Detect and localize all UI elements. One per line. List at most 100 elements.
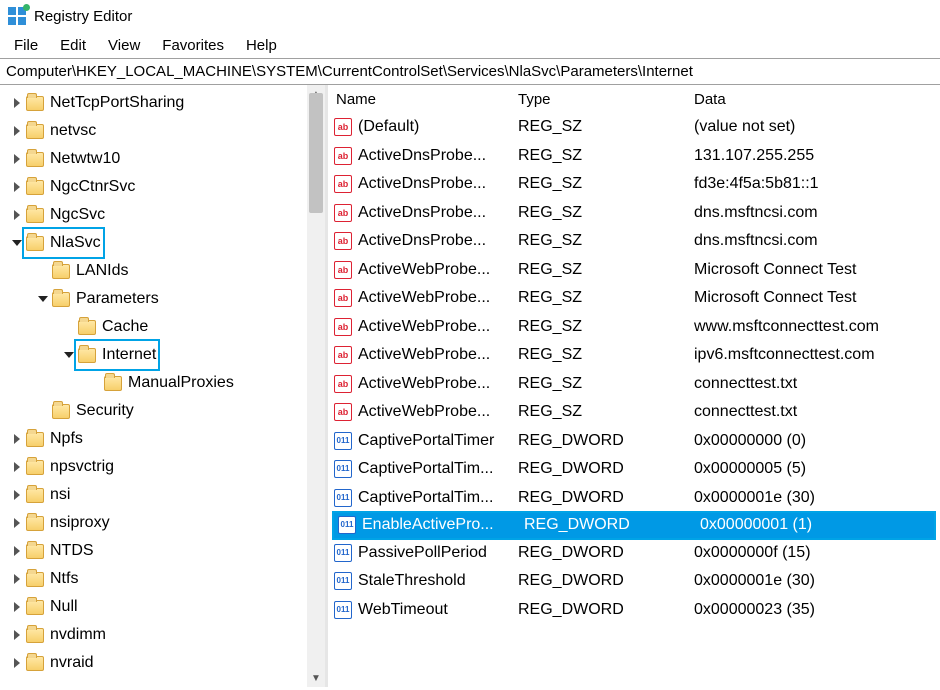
folder-icon <box>26 516 44 531</box>
folder-icon <box>26 152 44 167</box>
list-row[interactable]: abActiveWebProbe...REG_SZconnecttest.txt <box>328 370 940 399</box>
tree-item-label: Internet <box>102 341 156 369</box>
chevron-right-icon[interactable] <box>10 656 24 670</box>
list-header[interactable]: Name Type Data <box>328 85 940 113</box>
scroll-down-icon[interactable]: ▼ <box>307 669 325 687</box>
value-name: CaptivePortalTimer <box>358 427 494 455</box>
value-data: fd3e:4f5a:5b81::1 <box>688 170 940 198</box>
list-row[interactable]: 011CaptivePortalTim...REG_DWORD0x0000001… <box>328 484 940 513</box>
chevron-right-icon[interactable] <box>10 488 24 502</box>
binary-value-icon: 011 <box>334 601 352 619</box>
list-row[interactable]: abActiveWebProbe...REG_SZipv6.msftconnec… <box>328 341 940 370</box>
tree-item[interactable]: NgcCtnrSvc <box>4 173 325 201</box>
tree-scrollbar[interactable]: ▲ ▼ <box>307 85 325 687</box>
tree-item[interactable]: NgcSvc <box>4 201 325 229</box>
scroll-thumb[interactable] <box>309 93 323 213</box>
tree-item-label: NlaSvc <box>50 229 101 257</box>
list-row[interactable]: 011StaleThresholdREG_DWORD0x0000001e (30… <box>328 567 940 596</box>
list-row[interactable]: 011PassivePollPeriodREG_DWORD0x0000000f … <box>328 539 940 568</box>
tree-item[interactable]: netvsc <box>4 117 325 145</box>
value-name: ActiveWebProbe... <box>358 284 490 312</box>
list-row[interactable]: abActiveDnsProbe...REG_SZdns.msftncsi.co… <box>328 199 940 228</box>
address-bar[interactable]: Computer\HKEY_LOCAL_MACHINE\SYSTEM\Curre… <box>0 58 940 85</box>
chevron-right-icon[interactable] <box>10 208 24 222</box>
folder-icon <box>26 432 44 447</box>
list-row[interactable]: abActiveWebProbe...REG_SZMicrosoft Conne… <box>328 256 940 285</box>
string-value-icon: ab <box>334 232 352 250</box>
value-data: 0x0000000f (15) <box>688 539 940 567</box>
tree-item[interactable]: Null <box>4 593 325 621</box>
tree-pane[interactable]: NetTcpPortSharingnetvscNetwtw10NgcCtnrSv… <box>0 85 325 687</box>
tree-item[interactable]: NTDS <box>4 537 325 565</box>
list-row[interactable]: 011CaptivePortalTimerREG_DWORD0x00000000… <box>328 427 940 456</box>
list-row[interactable]: 011CaptivePortalTim...REG_DWORD0x0000000… <box>328 455 940 484</box>
menu-favorites[interactable]: Favorites <box>152 35 234 56</box>
chevron-down-icon[interactable] <box>36 292 50 306</box>
col-name[interactable]: Name <box>328 91 512 108</box>
menu-edit[interactable]: Edit <box>50 35 96 56</box>
chevron-right-icon[interactable] <box>10 600 24 614</box>
folder-icon <box>26 600 44 615</box>
chevron-right-icon[interactable] <box>10 180 24 194</box>
tree-item[interactable]: nsiproxy <box>4 509 325 537</box>
chevron-right-icon[interactable] <box>10 432 24 446</box>
tree-item[interactable]: Npfs <box>4 425 325 453</box>
folder-icon <box>26 124 44 139</box>
chevron-right-icon[interactable] <box>10 572 24 586</box>
col-type[interactable]: Type <box>512 91 688 108</box>
values-pane[interactable]: Name Type Data ab(Default)REG_SZ(value n… <box>328 85 940 687</box>
col-data[interactable]: Data <box>688 91 940 108</box>
tree-item[interactable]: nvdimm <box>4 621 325 649</box>
list-row[interactable]: abActiveDnsProbe...REG_SZ131.107.255.255 <box>328 142 940 171</box>
titlebar[interactable]: Registry Editor <box>0 0 940 32</box>
folder-icon <box>26 656 44 671</box>
tree-item[interactable]: Internet <box>4 341 325 369</box>
tree-item[interactable]: Parameters <box>4 285 325 313</box>
list-row[interactable]: ab(Default)REG_SZ(value not set) <box>328 113 940 142</box>
tree-item[interactable]: ManualProxies <box>4 369 325 397</box>
chevron-right-icon[interactable] <box>10 152 24 166</box>
menu-view[interactable]: View <box>98 35 150 56</box>
tree-item-label: NgcCtnrSvc <box>50 173 135 201</box>
tree-item[interactable]: Security <box>4 397 325 425</box>
list-row[interactable]: abActiveWebProbe...REG_SZMicrosoft Conne… <box>328 284 940 313</box>
string-value-icon: ab <box>334 261 352 279</box>
list-row[interactable]: abActiveWebProbe...REG_SZconnecttest.txt <box>328 398 940 427</box>
string-value-icon: ab <box>334 375 352 393</box>
list-row[interactable]: abActiveDnsProbe...REG_SZdns.msftncsi.co… <box>328 227 940 256</box>
tree-item[interactable]: Netwtw10 <box>4 145 325 173</box>
value-type: REG_SZ <box>512 113 688 141</box>
tree-item[interactable]: NetTcpPortSharing <box>4 89 325 117</box>
tree-item[interactable]: Ntfs <box>4 565 325 593</box>
list-row[interactable]: 011EnableActivePro...REG_DWORD0x00000001… <box>332 511 936 540</box>
list-row[interactable]: abActiveWebProbe...REG_SZwww.msftconnect… <box>328 313 940 342</box>
menu-help[interactable]: Help <box>236 35 287 56</box>
chevron-right-icon[interactable] <box>10 516 24 530</box>
chevron-right-icon[interactable] <box>10 96 24 110</box>
chevron-right-icon[interactable] <box>10 124 24 138</box>
menu-file[interactable]: File <box>4 35 48 56</box>
tree-item[interactable]: nsi <box>4 481 325 509</box>
tree-item[interactable]: Cache <box>4 313 325 341</box>
window-title: Registry Editor <box>34 8 132 25</box>
chevron-right-icon[interactable] <box>10 628 24 642</box>
value-data: 131.107.255.255 <box>688 142 940 170</box>
value-data: 0x0000001e (30) <box>688 484 940 512</box>
value-name: ActiveDnsProbe... <box>358 199 486 227</box>
value-name: ActiveWebProbe... <box>358 313 490 341</box>
value-name: (Default) <box>358 113 419 141</box>
tree-item[interactable]: nvraid <box>4 649 325 677</box>
string-value-icon: ab <box>334 175 352 193</box>
tree-item[interactable]: LANIds <box>4 257 325 285</box>
value-name: PassivePollPeriod <box>358 539 487 567</box>
chevron-right-icon[interactable] <box>10 460 24 474</box>
value-data: connecttest.txt <box>688 398 940 426</box>
list-row[interactable]: abActiveDnsProbe...REG_SZfd3e:4f5a:5b81:… <box>328 170 940 199</box>
tree-item[interactable]: NlaSvc <box>4 229 325 257</box>
value-name: CaptivePortalTim... <box>358 455 493 483</box>
list-row[interactable]: 011WebTimeoutREG_DWORD0x00000023 (35) <box>328 596 940 625</box>
chevron-right-icon[interactable] <box>10 544 24 558</box>
value-type: REG_DWORD <box>512 427 688 455</box>
tree-item[interactable]: npsvctrig <box>4 453 325 481</box>
folder-icon <box>26 236 44 251</box>
